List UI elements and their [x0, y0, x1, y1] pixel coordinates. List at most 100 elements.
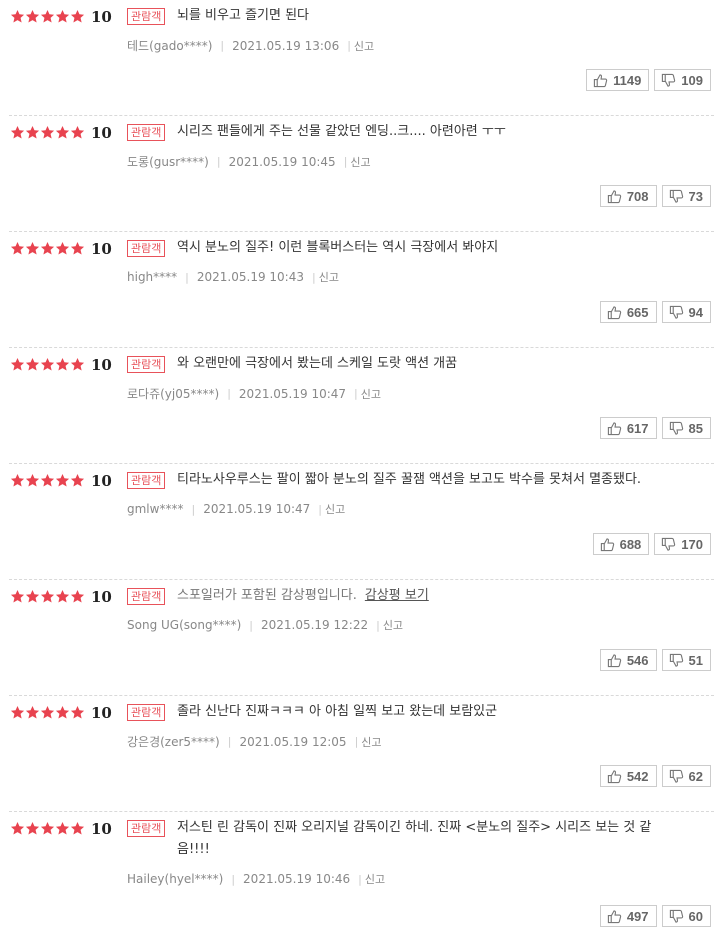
report-link[interactable]: 신고	[383, 617, 403, 633]
reviewer-name[interactable]: 도롱(gusr****)	[127, 153, 209, 170]
review-text-content: 와 오랜만에 극장에서 봤는데 스케일 도랏 액션 개꿈	[177, 356, 458, 371]
vote-buttons: 617 85	[599, 417, 711, 439]
report-link[interactable]: 신고	[354, 38, 374, 54]
reviewer-name[interactable]: 테드(gado****)	[127, 37, 212, 54]
review-item: 10 관람객 졸라 신난다 진짜ㅋㅋㅋ 아 아침 일찍 보고 왔는데 보람있군 …	[9, 696, 714, 812]
review-text-content: 스포일러가 포함된 감상평입니다.	[177, 588, 357, 603]
rating-score: 10	[91, 8, 112, 26]
like-button[interactable]: 1149	[586, 69, 650, 91]
review-date: 2021.05.19 13:06	[232, 38, 340, 53]
report-link[interactable]: 신고	[361, 386, 381, 402]
reviewer-name[interactable]: gmlw****	[127, 502, 183, 516]
spoiler-view-link[interactable]: 감상평 보기	[365, 588, 429, 603]
review-text: 와 오랜만에 극장에서 봤는데 스케일 도랏 액션 개꿈	[177, 353, 674, 375]
rating-score: 10	[91, 472, 112, 490]
review-meta: 테드(gado****) | 2021.05.19 13:06 | 신고	[127, 37, 374, 54]
dislike-button[interactable]: 94	[661, 301, 711, 323]
rating-stars	[10, 241, 85, 256]
star-icon	[55, 9, 70, 24]
rating-score: 10	[91, 240, 112, 258]
star-icon	[10, 705, 25, 720]
rating-score: 10	[91, 124, 112, 142]
review-text-content: 뇌를 비우고 즐기면 된다	[177, 8, 309, 23]
report-link[interactable]: 신고	[350, 154, 370, 170]
star-icon	[70, 9, 85, 24]
review-meta: 도롱(gusr****) | 2021.05.19 10:45 | 신고	[127, 153, 371, 170]
report-link[interactable]: 신고	[365, 871, 385, 887]
like-count: 546	[626, 652, 649, 668]
rating-stars	[10, 125, 85, 140]
star-icon	[10, 125, 25, 140]
star-icon	[40, 241, 55, 256]
divider: |	[220, 39, 225, 52]
review-text: 티라노사우루스는 팔이 짧아 분노의 질주 꿀잼 액션을 보고도 박수를 못쳐서…	[177, 469, 674, 491]
dislike-button[interactable]: 62	[661, 765, 711, 787]
dislike-button[interactable]: 109	[654, 69, 711, 91]
viewer-badge: 관람객	[127, 240, 166, 257]
like-count: 708	[626, 188, 649, 204]
thumbs-down-icon	[669, 909, 689, 924]
divider: |	[312, 270, 316, 284]
report-link[interactable]: 신고	[319, 269, 339, 285]
star-icon	[40, 357, 55, 372]
review-item: 10 관람객 티라노사우루스는 팔이 짧아 분노의 질주 꿀잼 액션을 보고도 …	[9, 464, 714, 580]
star-icon	[55, 473, 70, 488]
divider: |	[227, 387, 231, 400]
review-meta: gmlw**** | 2021.05.19 10:47 | 신고	[127, 501, 345, 517]
review-date: 2021.05.19 10:46	[243, 872, 351, 886]
like-button[interactable]: 688	[592, 533, 650, 555]
viewer-badge: 관람객	[127, 588, 166, 605]
like-button[interactable]: 708	[599, 185, 657, 207]
like-button[interactable]: 617	[599, 417, 657, 439]
review-date: 2021.05.19 10:45	[228, 154, 336, 169]
star-icon	[25, 357, 40, 372]
reviewer-name[interactable]: Song UG(song****)	[127, 618, 241, 632]
like-button[interactable]: 665	[599, 301, 657, 323]
reviewer-name[interactable]: Hailey(hyel****)	[127, 872, 223, 886]
review-item: 10 관람객 와 오랜만에 극장에서 봤는데 스케일 도랏 액션 개꿈 로다쥬(…	[9, 348, 714, 464]
viewer-badge: 관람객	[127, 472, 166, 489]
divider: |	[227, 735, 232, 748]
star-icon	[25, 125, 40, 140]
star-icon	[25, 9, 40, 24]
dislike-button[interactable]: 51	[661, 649, 711, 671]
review-text-content: 시리즈 팬들에게 주는 선물 같았던 엔딩..크.... 아련아련 ㅜㅜ	[177, 124, 506, 139]
star-icon	[70, 125, 85, 140]
review-item: 10 관람객 역시 분노의 질주! 이런 블록버스터는 역시 극장에서 봐야지 …	[9, 232, 714, 348]
star-icon	[25, 241, 40, 256]
like-button[interactable]: 497	[599, 905, 657, 927]
divider: |	[216, 155, 221, 168]
star-icon	[40, 705, 55, 720]
like-count: 617	[626, 420, 649, 436]
divider: |	[358, 872, 362, 886]
like-button[interactable]: 542	[599, 765, 657, 787]
dislike-button[interactable]: 60	[661, 905, 711, 927]
divider: |	[191, 502, 196, 516]
dislike-count: 62	[688, 768, 703, 784]
like-button[interactable]: 546	[599, 649, 657, 671]
reviewer-name[interactable]: high****	[127, 270, 177, 284]
rating-score: 10	[91, 704, 112, 722]
report-link[interactable]: 신고	[361, 734, 381, 750]
like-count: 1149	[613, 72, 642, 88]
thumbs-down-icon	[669, 189, 689, 204]
like-count: 542	[626, 768, 649, 784]
report-link[interactable]: 신고	[325, 501, 345, 517]
star-icon	[55, 821, 70, 836]
reviewer-name[interactable]: 로다쥬(yj05****)	[127, 385, 219, 402]
reviewer-name[interactable]: 강은경(zer5****)	[127, 733, 220, 750]
dislike-count: 85	[688, 420, 703, 436]
thumbs-up-icon	[607, 189, 627, 204]
dislike-button[interactable]: 73	[661, 185, 711, 207]
star-icon	[40, 125, 55, 140]
divider: |	[354, 735, 359, 748]
rating-stars	[10, 357, 85, 372]
dislike-button[interactable]: 85	[661, 417, 711, 439]
star-icon	[10, 9, 25, 24]
star-icon	[40, 821, 55, 836]
dislike-button[interactable]: 170	[654, 533, 711, 555]
review-text: 저스틴 린 감독이 진짜 오리지널 감독이긴 하네. 진짜 <분노의 질주> 시…	[177, 817, 674, 861]
review-date: 2021.05.19 12:22	[260, 618, 369, 632]
thumbs-up-icon	[607, 305, 627, 320]
review-date: 2021.05.19 10:43	[196, 270, 304, 284]
